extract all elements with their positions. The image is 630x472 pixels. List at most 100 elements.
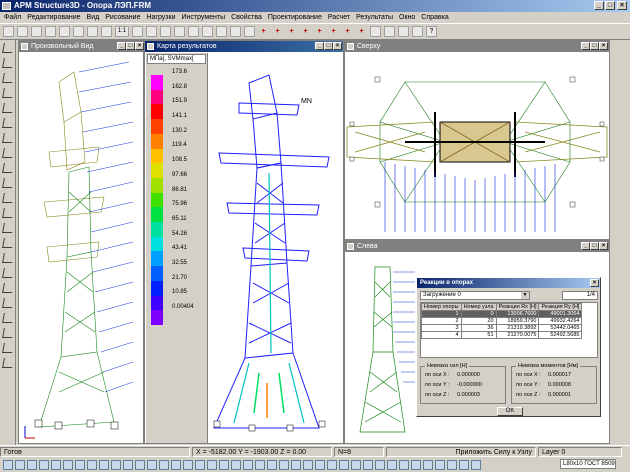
element-icon-23[interactable] (267, 459, 277, 470)
menu-tools[interactable]: Инструменты (181, 14, 225, 21)
arrow-icon-3[interactable]: + (286, 26, 297, 37)
zoom-out-icon[interactable] (216, 26, 227, 37)
maximize-button[interactable]: □ (605, 1, 615, 10)
menu-draw[interactable]: Рисование (105, 14, 140, 21)
table-row[interactable]: 3 36 21319.3892 52442.0465 (421, 324, 583, 332)
element-icon-35[interactable] (411, 459, 421, 470)
open-file-icon[interactable] (17, 26, 28, 37)
plate-tool-icon[interactable] (1, 163, 14, 173)
profile-select[interactable]: L80x10 ГОСТ 8509- (560, 459, 616, 469)
menu-loads[interactable]: Нагрузки (146, 14, 175, 21)
left-view-maximize[interactable]: □ (590, 242, 599, 250)
loadcase-select[interactable]: Загружение 0 ▼ (420, 291, 530, 300)
arrow-icon-2[interactable]: + (272, 26, 283, 37)
load-tool-icon[interactable] (1, 148, 14, 158)
element-icon-1[interactable] (3, 459, 13, 470)
table-row[interactable]: 4 51 21270.0075 52492.5685 (421, 331, 583, 339)
result-map-canvas[interactable]: MN (209, 53, 345, 444)
help-icon[interactable]: ? (426, 26, 437, 37)
element-icon-15[interactable] (171, 459, 181, 470)
element-icon-22[interactable] (255, 459, 265, 470)
element-icon-2[interactable] (15, 459, 25, 470)
arrow-icon-7[interactable]: + (342, 26, 353, 37)
element-icon-21[interactable] (243, 459, 253, 470)
menu-view[interactable]: Вид (87, 14, 100, 21)
print-icon[interactable] (45, 26, 56, 37)
dialog-close-button[interactable]: × (590, 279, 599, 287)
left-view-close[interactable]: × (599, 242, 608, 250)
reactions-table-container[interactable]: Номер опоры Номер узла Реакция Rx [H] Ре… (420, 302, 598, 358)
free-view-maximize[interactable]: □ (126, 42, 135, 50)
info-tool-icon[interactable] (1, 328, 14, 338)
element-icon-27[interactable] (315, 459, 325, 470)
element-icon-19[interactable] (219, 459, 229, 470)
top-view-maximize[interactable]: □ (590, 42, 599, 50)
element-icon-13[interactable] (147, 459, 157, 470)
element-icon-24[interactable] (279, 459, 289, 470)
delete-tool-icon[interactable] (1, 283, 14, 293)
arrow-icon-1[interactable]: + (258, 26, 269, 37)
zoom-window-icon[interactable] (230, 26, 241, 37)
table-icon[interactable] (412, 26, 423, 37)
element-icon-10[interactable] (111, 459, 121, 470)
element-icon-25[interactable] (291, 459, 301, 470)
element-icon-40[interactable] (471, 459, 481, 470)
top-view-window[interactable]: Сверху _ □ × (344, 40, 610, 240)
top-view-minimize[interactable]: _ (581, 42, 590, 50)
result-map-window[interactable]: Карта результатов _ □ × МПа], SVMmax[ 17… (144, 40, 344, 444)
menu-design[interactable]: Проектирование (268, 14, 322, 21)
force-tool-icon[interactable] (1, 118, 14, 128)
results-icon[interactable] (384, 26, 395, 37)
ok-button[interactable]: OK (497, 407, 523, 416)
chevron-down-icon[interactable]: ▼ (521, 292, 529, 299)
beam-tool-icon[interactable] (1, 88, 14, 98)
material-tool-icon[interactable] (1, 193, 14, 203)
zoom-1to1-button[interactable]: 1:1 (115, 26, 129, 37)
section-tool-icon[interactable] (1, 178, 14, 188)
cut-icon[interactable] (59, 26, 70, 37)
element-icon-31[interactable] (363, 459, 373, 470)
element-icon-38[interactable] (447, 459, 457, 470)
element-icon-12[interactable] (135, 459, 145, 470)
element-icon-4[interactable] (39, 459, 49, 470)
menu-file[interactable]: Файл (4, 14, 21, 21)
element-icon-28[interactable] (327, 459, 337, 470)
top-view-close[interactable]: × (599, 42, 608, 50)
arrow-icon-8[interactable]: + (356, 26, 367, 37)
copy-icon[interactable] (73, 26, 84, 37)
result-map-minimize[interactable]: _ (315, 42, 324, 50)
view-top-icon[interactable] (174, 26, 185, 37)
mirror-tool-icon[interactable] (1, 268, 14, 278)
element-icon-18[interactable] (207, 459, 217, 470)
menu-calc[interactable]: Расчет (328, 14, 350, 21)
grid-icon[interactable] (132, 26, 143, 37)
element-icon-9[interactable] (99, 459, 109, 470)
snap-tool-icon[interactable] (1, 358, 14, 368)
measure-tool-icon[interactable] (1, 298, 14, 308)
element-icon-11[interactable] (123, 459, 133, 470)
element-icon-3[interactable] (27, 459, 37, 470)
top-view-canvas[interactable] (345, 52, 609, 239)
new-file-icon[interactable] (3, 26, 14, 37)
view-3d-icon[interactable] (188, 26, 199, 37)
menu-properties[interactable]: Свойства (231, 14, 262, 21)
element-icon-8[interactable] (87, 459, 97, 470)
element-icon-26[interactable] (303, 459, 313, 470)
map-icon[interactable] (398, 26, 409, 37)
hinge-tool-icon[interactable] (1, 208, 14, 218)
copy-tool-icon[interactable] (1, 223, 14, 233)
element-icon-37[interactable] (435, 459, 445, 470)
element-icon-16[interactable] (183, 459, 193, 470)
element-icon-39[interactable] (459, 459, 469, 470)
grid-tool-icon[interactable] (1, 343, 14, 353)
rod-tool-icon[interactable] (1, 73, 14, 83)
view-front-icon[interactable] (146, 26, 157, 37)
element-icon-32[interactable] (375, 459, 385, 470)
result-map-maximize[interactable]: □ (324, 42, 333, 50)
menu-window[interactable]: Окно (399, 14, 415, 21)
paste-icon[interactable] (87, 26, 98, 37)
select-tool-icon[interactable] (1, 43, 14, 53)
free-view-window[interactable]: Произвольный Вид _ □ × (18, 40, 144, 444)
element-icon-30[interactable] (351, 459, 361, 470)
text-tool-icon[interactable] (1, 313, 14, 323)
